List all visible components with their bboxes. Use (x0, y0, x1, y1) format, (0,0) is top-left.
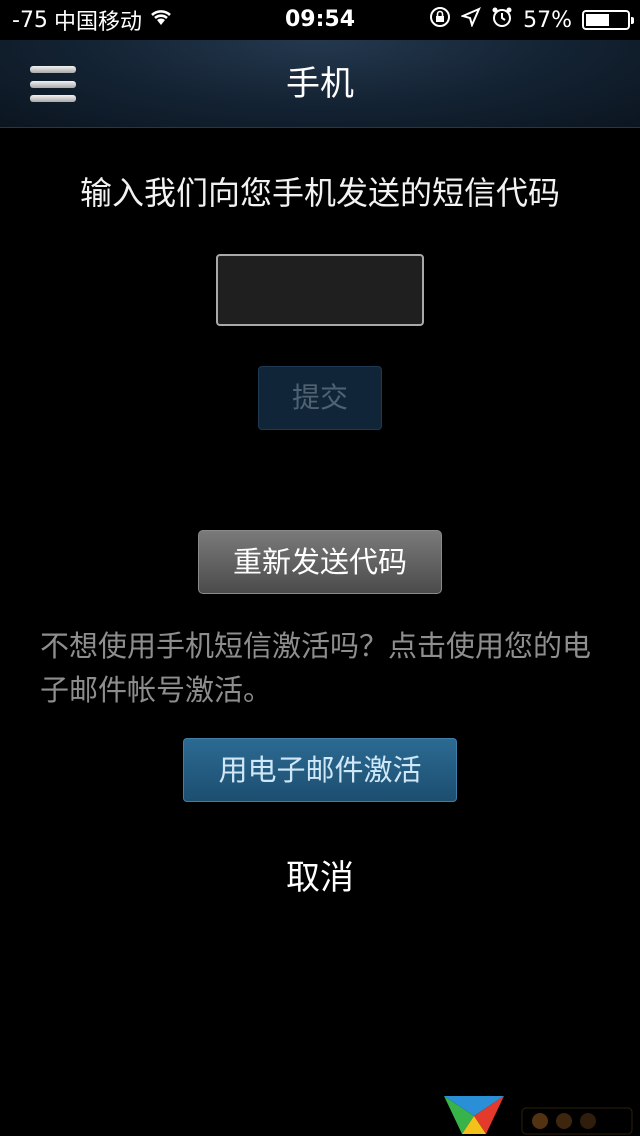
rotation-lock-icon (429, 6, 451, 34)
status-right: 57% (429, 0, 634, 40)
resend-code-button[interactable]: 重新发送代码 (198, 530, 442, 594)
navigation-bar: 手机 (0, 40, 640, 128)
watermark-3dm-icon (520, 1100, 636, 1136)
signal-strength: -75 (12, 7, 48, 33)
carrier-name: 中国移动 (53, 10, 142, 35)
status-left: -75 中国移动 (12, 0, 174, 40)
sms-code-input[interactable] (216, 254, 424, 326)
menu-line (30, 80, 76, 88)
wifi-icon (148, 7, 174, 33)
alarm-icon (491, 6, 513, 34)
location-icon (460, 7, 482, 33)
activate-by-email-button[interactable]: 用电子邮件激活 (183, 738, 457, 802)
submit-button[interactable]: 提交 (258, 366, 382, 430)
email-alternative-text: 不想使用手机短信激活吗？点击使用您的电子邮件帐号激活。 (40, 629, 592, 707)
cancel-link[interactable]: 取消 (0, 850, 640, 899)
battery-level-fill (586, 14, 609, 26)
battery-percent: 57% (523, 7, 572, 33)
page-title: 手机 (286, 64, 354, 104)
hamburger-menu-icon[interactable] (30, 64, 76, 104)
steam-guard-phone-screen: -75 中国移动 09:54 57% 手机 输入我们向您手机发送的短信代码 提交… (0, 0, 640, 1136)
watermark-logo-icon (440, 1082, 508, 1136)
battery-icon (582, 10, 634, 30)
status-bar: -75 中国移动 09:54 57% (0, 0, 640, 40)
menu-line (30, 95, 76, 102)
sms-code-prompt: 输入我们向您手机发送的短信代码 (79, 174, 560, 212)
menu-line (30, 66, 76, 73)
